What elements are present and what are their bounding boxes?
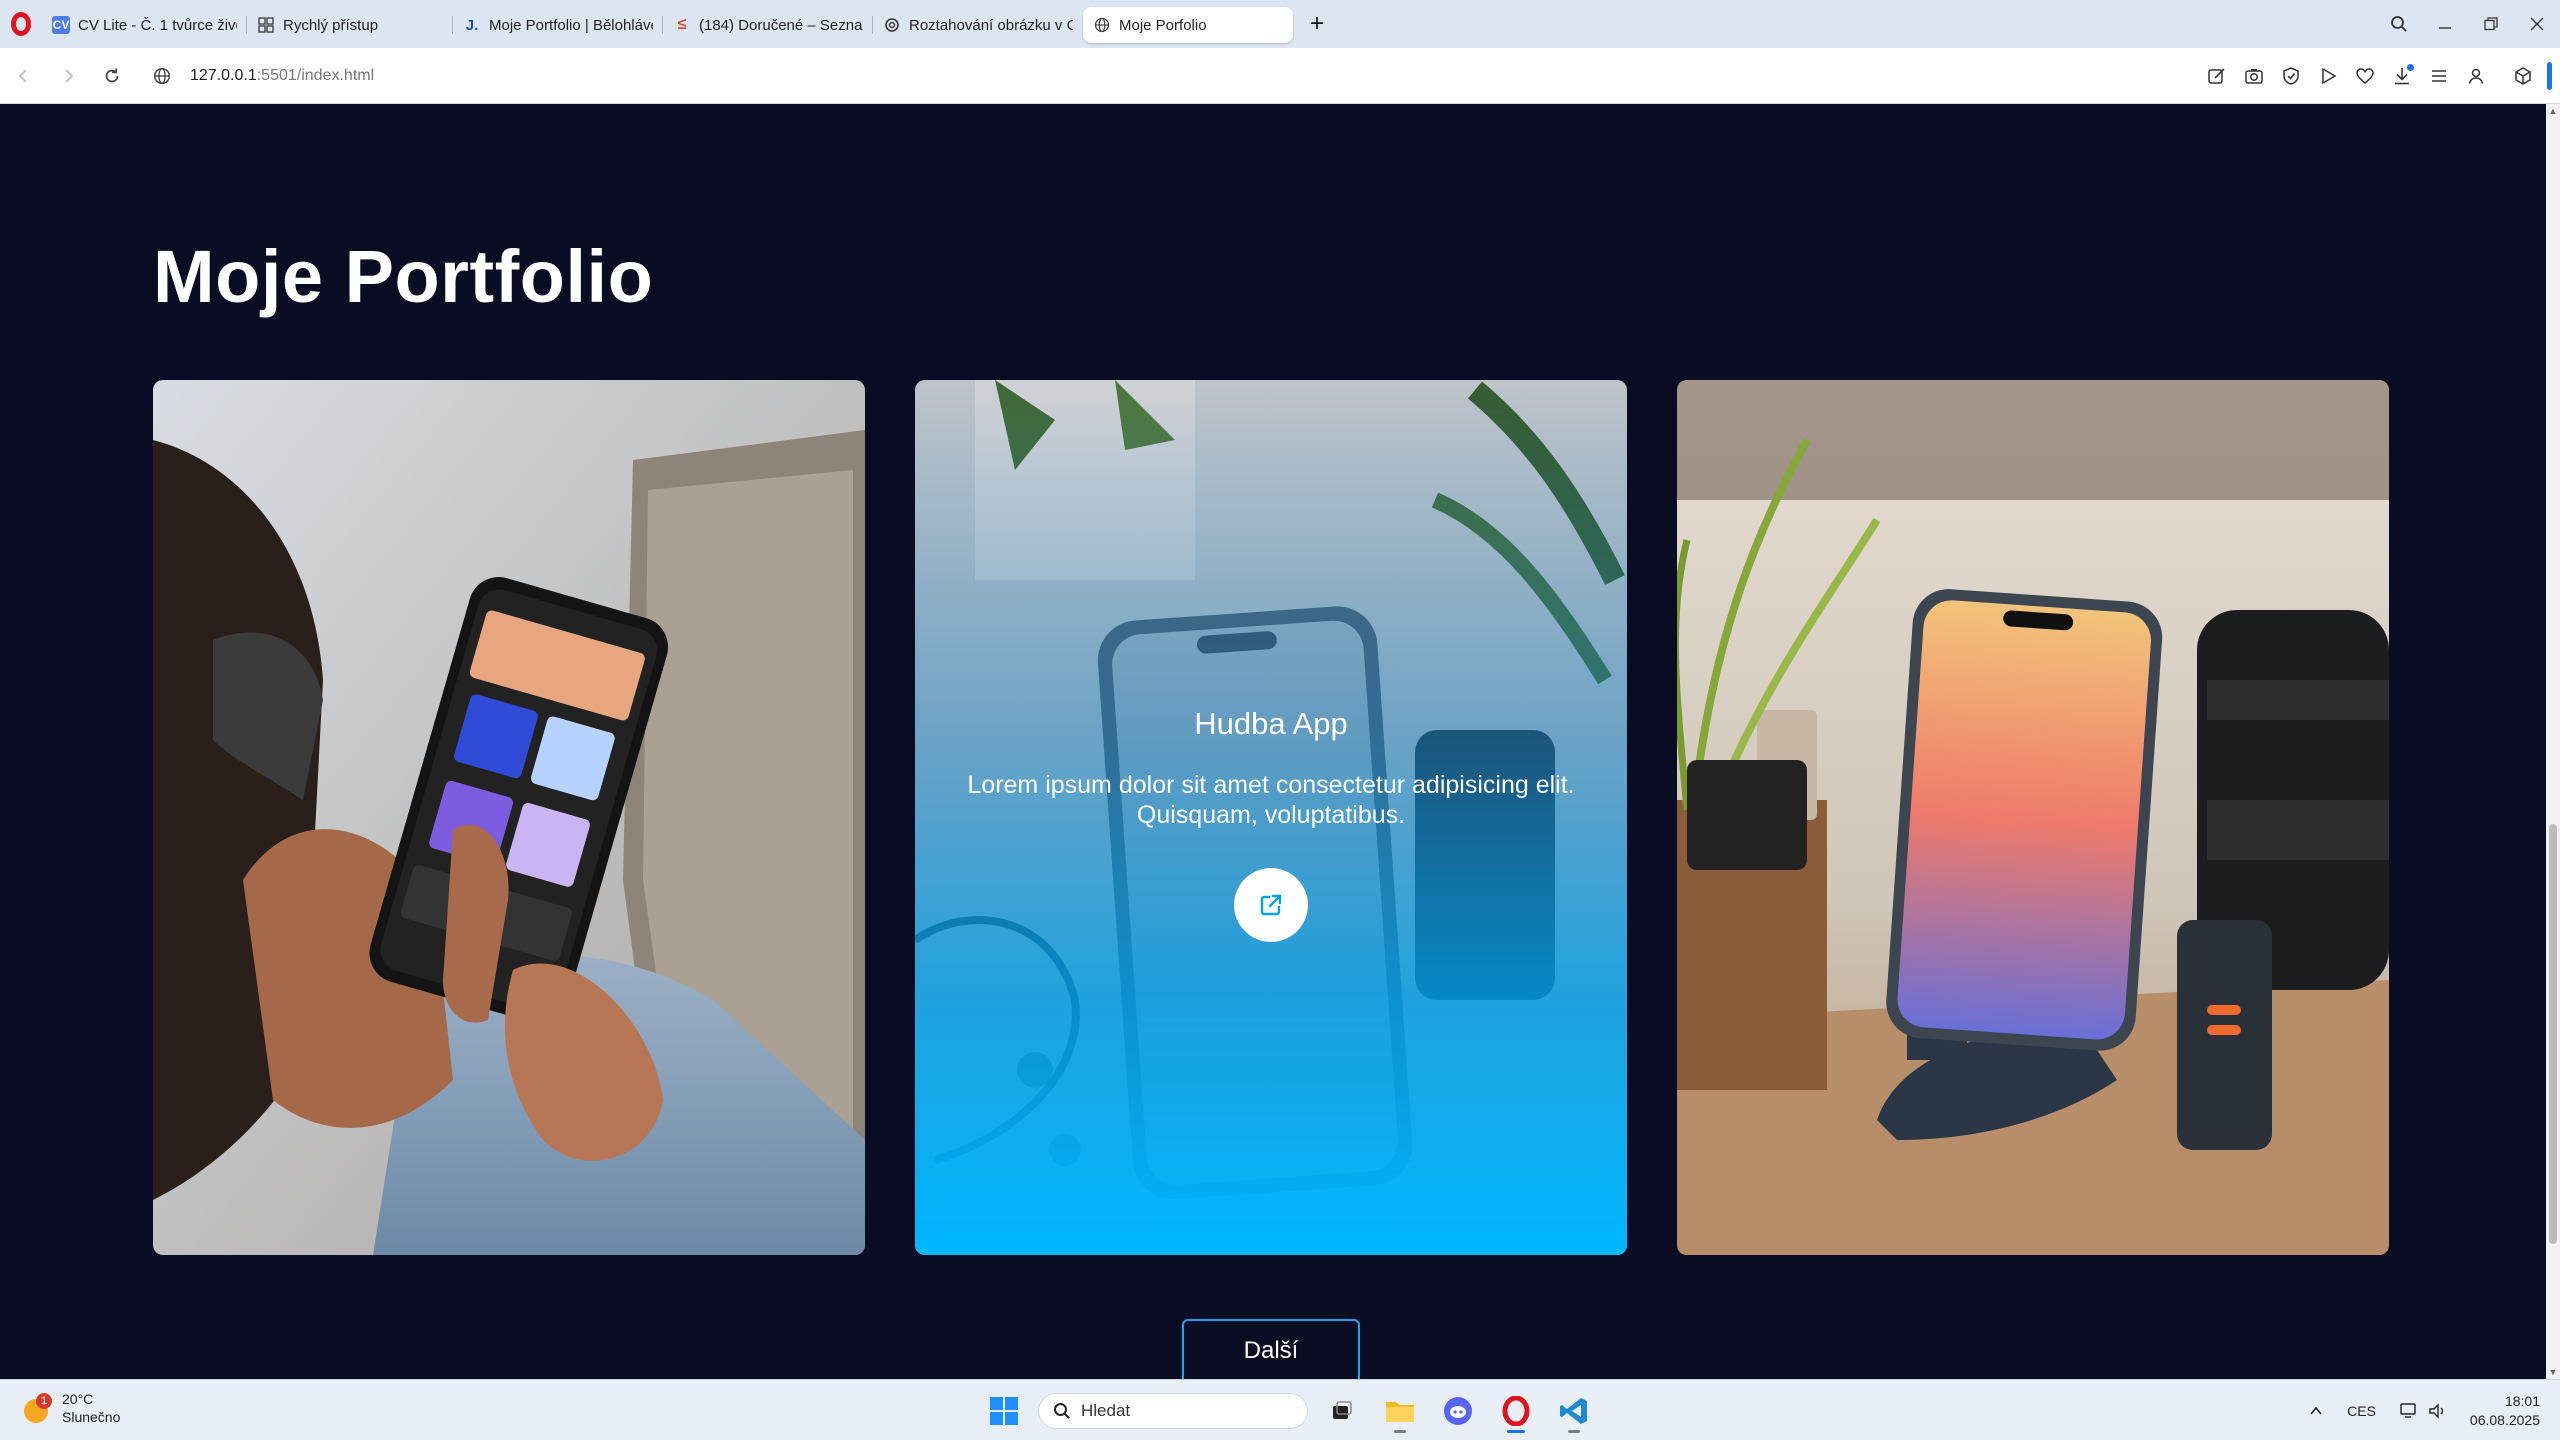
- system-tray: CES 18:01 06.08.2025: [2299, 1380, 2560, 1440]
- edit-icon[interactable]: [2198, 56, 2235, 96]
- grid-icon: [257, 16, 275, 34]
- address-bar: 127.0.0.1:5501/index.html: [0, 48, 2560, 104]
- portfolio-card-1[interactable]: [153, 380, 865, 1255]
- file-explorer-icon[interactable]: [1376, 1387, 1424, 1435]
- taskbar-apps: Hledat: [980, 1386, 1598, 1436]
- browser-toolbar: [2198, 48, 2560, 104]
- scrollbar-thumb[interactable]: [2549, 824, 2557, 1244]
- extensions-icon[interactable]: [2504, 56, 2541, 96]
- sidebar-toggle[interactable]: [2547, 62, 2552, 90]
- project-link-button[interactable]: [1234, 868, 1308, 942]
- card-1-photo: [153, 380, 865, 1255]
- profile-icon[interactable]: [2457, 56, 2494, 96]
- discord-icon[interactable]: [1434, 1387, 1482, 1435]
- opera-taskbar-icon[interactable]: [1492, 1387, 1540, 1435]
- network-volume-group[interactable]: [2390, 1402, 2456, 1420]
- network-icon: [2400, 1402, 2416, 1418]
- scroll-down-icon[interactable]: ▼: [2546, 1365, 2560, 1379]
- clock[interactable]: 18:01 06.08.2025: [2456, 1392, 2560, 1430]
- clock-date: 06.08.2025: [2469, 1411, 2540, 1428]
- taskbar: 1 20°C Slunečno Hledat CES 18:01 06.08.2…: [0, 1379, 2560, 1440]
- weather-widget[interactable]: 1 20°C Slunečno: [22, 1390, 120, 1426]
- tab-cv-lite[interactable]: CV CV Lite - Č. 1 tvůrce živote: [42, 7, 247, 43]
- project-title: Hudba App: [1194, 706, 1348, 741]
- tab-chatgpt[interactable]: Roztahování obrázku v CS: [873, 7, 1083, 43]
- sun-icon: 1: [22, 1393, 52, 1423]
- project-overlay: Hudba App Lorem ipsum dolor sit amet con…: [915, 380, 1627, 1255]
- weather-condition: Slunečno: [62, 1409, 121, 1425]
- search-placeholder: Hledat: [1081, 1401, 1131, 1420]
- forward-icon[interactable]: [46, 54, 90, 98]
- windows-start-icon[interactable]: [980, 1387, 1028, 1435]
- tab-moje-porfolio[interactable]: Moje Porfolio: [1083, 7, 1293, 43]
- cv-icon: CV: [52, 16, 70, 34]
- task-view-icon[interactable]: [1318, 1387, 1366, 1435]
- back-icon[interactable]: [2, 54, 46, 98]
- tab-strip: CV CV Lite - Č. 1 tvůrce živote Rychlý p…: [0, 0, 2560, 48]
- search-icon: [1054, 1403, 1070, 1419]
- download-badge: [2407, 64, 2414, 71]
- running-indicator: [1394, 1430, 1406, 1433]
- new-tab-button[interactable]: +: [1301, 8, 1333, 40]
- tab-quick-access[interactable]: Rychlý přístup: [247, 7, 453, 43]
- seznam-icon: ≤: [677, 16, 687, 33]
- taskbar-search[interactable]: Hledat: [1038, 1393, 1308, 1429]
- url-host: 127.0.0.1: [190, 66, 257, 84]
- opera-logo-icon[interactable]: [0, 0, 42, 48]
- camera-icon[interactable]: [2235, 56, 2272, 96]
- card-3-photo: [1677, 380, 2389, 1255]
- restore-icon[interactable]: [2468, 0, 2514, 48]
- tab-seznam-mail[interactable]: ≤ (184) Doručené – Seznam: [663, 7, 873, 43]
- active-indicator: [1507, 1430, 1525, 1433]
- next-button[interactable]: Další: [1182, 1319, 1360, 1379]
- external-link-icon: [1260, 894, 1282, 916]
- shield-icon[interactable]: [2272, 56, 2309, 96]
- url-path: :5501/index.html: [256, 66, 375, 84]
- heart-icon[interactable]: [2346, 56, 2383, 96]
- tab-portfolio-belohlavek[interactable]: J. Moje Portfolio | Bělohlávek: [453, 7, 663, 43]
- play-icon[interactable]: [2309, 56, 2346, 96]
- chevron-up-icon[interactable]: [2299, 1404, 2333, 1418]
- portfolio-card-2[interactable]: Hudba App Lorem ipsum dolor sit amet con…: [915, 380, 1627, 1255]
- download-icon[interactable]: [2383, 56, 2420, 96]
- weather-badge: 1: [36, 1393, 52, 1409]
- search-tabs-icon[interactable]: [2376, 0, 2422, 48]
- reload-icon[interactable]: [90, 54, 134, 98]
- close-icon[interactable]: [2514, 0, 2560, 48]
- openai-icon: [883, 16, 901, 34]
- url-field[interactable]: 127.0.0.1:5501/index.html: [190, 67, 374, 85]
- page-title: Moje Portfolio: [153, 235, 654, 318]
- globe-icon: [1093, 16, 1111, 34]
- page-viewport: Moje Portfolio Hudba App Lorem ipsum dol…: [0, 104, 2560, 1379]
- site-info-icon[interactable]: [140, 54, 184, 98]
- scroll-up-icon[interactable]: ▲: [2546, 104, 2560, 118]
- vscode-icon[interactable]: [1550, 1387, 1598, 1435]
- page-scrollbar[interactable]: ▲ ▼: [2546, 104, 2560, 1379]
- portfolio-card-3[interactable]: [1677, 380, 2389, 1255]
- project-description: Lorem ipsum dolor sit amet consectetur a…: [967, 771, 1575, 829]
- j-icon: J.: [465, 16, 479, 34]
- language-indicator[interactable]: CES: [2333, 1403, 2390, 1419]
- volume-icon: [2429, 1402, 2444, 1419]
- weather-temperature: 20°C: [62, 1391, 94, 1407]
- running-indicator: [1568, 1430, 1580, 1433]
- clock-time: 18:01: [2504, 1392, 2540, 1409]
- window-controls: [2376, 0, 2560, 48]
- easy-setup-icon[interactable]: [2420, 56, 2457, 96]
- minimize-icon[interactable]: [2422, 0, 2468, 48]
